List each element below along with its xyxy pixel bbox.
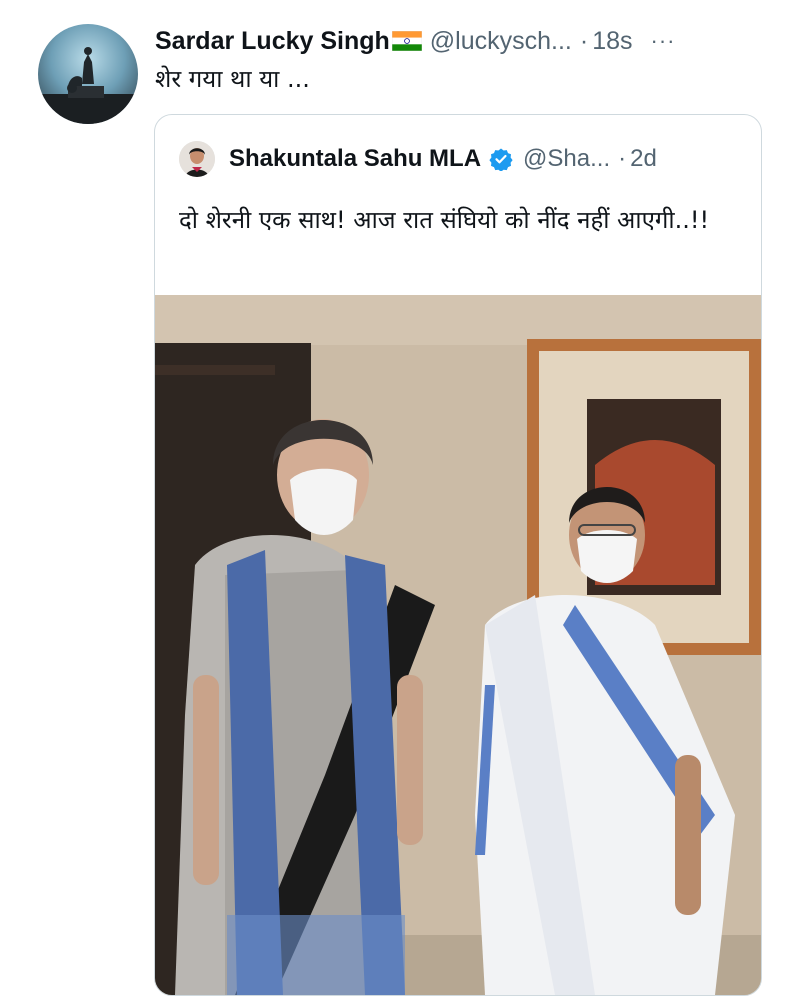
separator-dot: ·: [579, 26, 589, 55]
quoted-separator-dot: ·: [618, 145, 627, 172]
quoted-tweet-photo[interactable]: [155, 295, 761, 995]
more-options-icon[interactable]: ···: [651, 28, 676, 54]
tweet-header: Sardar Lucky Singh @luckysch... · 18s ··…: [155, 24, 780, 58]
quoted-tweet-header: Shakuntala Sahu MLA @Sha... · 2d: [179, 141, 657, 177]
verified-badge-icon: [489, 148, 513, 171]
tweet-timestamp[interactable]: 18s: [592, 27, 632, 56]
quoted-author-avatar[interactable]: [179, 141, 215, 177]
tweet-text: शेर गया था या ...: [155, 65, 310, 93]
quoted-author-avatar-icon: [179, 141, 215, 177]
quoted-author-display-name[interactable]: Shakuntala Sahu MLA: [229, 145, 481, 173]
tweet-author-avatar[interactable]: [38, 24, 138, 124]
author-handle[interactable]: @luckysch...: [430, 27, 572, 56]
quoted-tweet-card[interactable]: Shakuntala Sahu MLA @Sha... · 2d दो शेरन…: [154, 114, 762, 996]
tweet-photo-image: [155, 295, 761, 995]
profile-avatar-silhouette-icon: [38, 47, 138, 124]
quoted-tweet-text: दो शेरनी एक साथ! आज रात संघियो को नींद न…: [179, 206, 710, 234]
author-display-name[interactable]: Sardar Lucky Singh: [155, 27, 390, 56]
india-flag-icon: [391, 31, 422, 51]
quoted-tweet-timestamp[interactable]: 2d: [630, 145, 657, 173]
quoted-author-handle[interactable]: @Sha...: [523, 145, 610, 173]
